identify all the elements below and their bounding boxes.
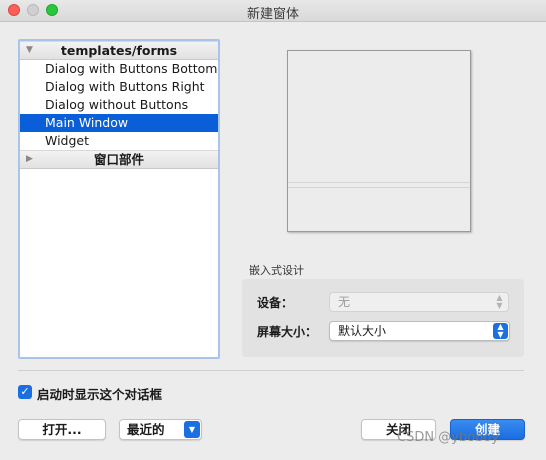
show-on-startup-label[interactable]: 启动时显示这个对话框 (37, 384, 162, 403)
chevron-down-icon[interactable]: ▼ (184, 421, 200, 438)
divider (18, 370, 524, 371)
group-header-templates-forms[interactable]: ▼ templates/forms (20, 41, 218, 60)
window-title: 新建窗体 (246, 7, 299, 22)
open-button[interactable]: 打开... (18, 419, 106, 440)
expanded-triangle-icon[interactable]: ▼ (26, 42, 33, 59)
screen-size-label: 屏幕大小： (257, 325, 318, 339)
template-tree[interactable]: ▼ templates/forms Dialog with Buttons Bo… (18, 39, 220, 359)
recent-dropdown[interactable]: 最近的 ▼ (119, 419, 202, 440)
group-label: 窗口部件 (93, 152, 144, 167)
title-bar: 新建窗体 (0, 0, 546, 22)
collapsed-triangle-icon[interactable]: ▶ (26, 151, 33, 168)
group-label: templates/forms (60, 43, 178, 58)
embedded-design-label: 嵌入式设计 (249, 264, 304, 277)
device-label: 设备： (257, 296, 294, 310)
template-preview (287, 50, 471, 232)
group-header-widgets[interactable]: ▶ 窗口部件 (20, 150, 218, 169)
screen-size-value: 默认大小 (338, 324, 387, 338)
embedded-design-panel (242, 279, 524, 357)
template-item-main-window[interactable]: Main Window (20, 114, 218, 132)
preview-divider (288, 182, 470, 183)
device-value: 无 (338, 295, 351, 309)
recent-label: 最近的 (127, 422, 165, 437)
device-select: 无 ▲ ▼ (329, 292, 509, 312)
template-item-dialog-buttons-bottom[interactable]: Dialog with Buttons Bottom (20, 60, 218, 78)
watermark: CSDN @yboboy (397, 430, 499, 445)
updown-chevron-icon: ▲ ▼ (496, 293, 503, 310)
preview-divider (288, 187, 470, 188)
updown-chevron-icon[interactable]: ▲ ▼ (493, 323, 508, 339)
show-on-startup-checkbox[interactable]: ✓ (18, 385, 32, 399)
template-item-dialog-without-buttons[interactable]: Dialog without Buttons (20, 96, 218, 114)
screen-size-select[interactable]: 默认大小 ▲ ▼ (329, 321, 510, 341)
template-item-dialog-buttons-right[interactable]: Dialog with Buttons Right (20, 78, 218, 96)
template-item-widget[interactable]: Widget (20, 132, 218, 150)
